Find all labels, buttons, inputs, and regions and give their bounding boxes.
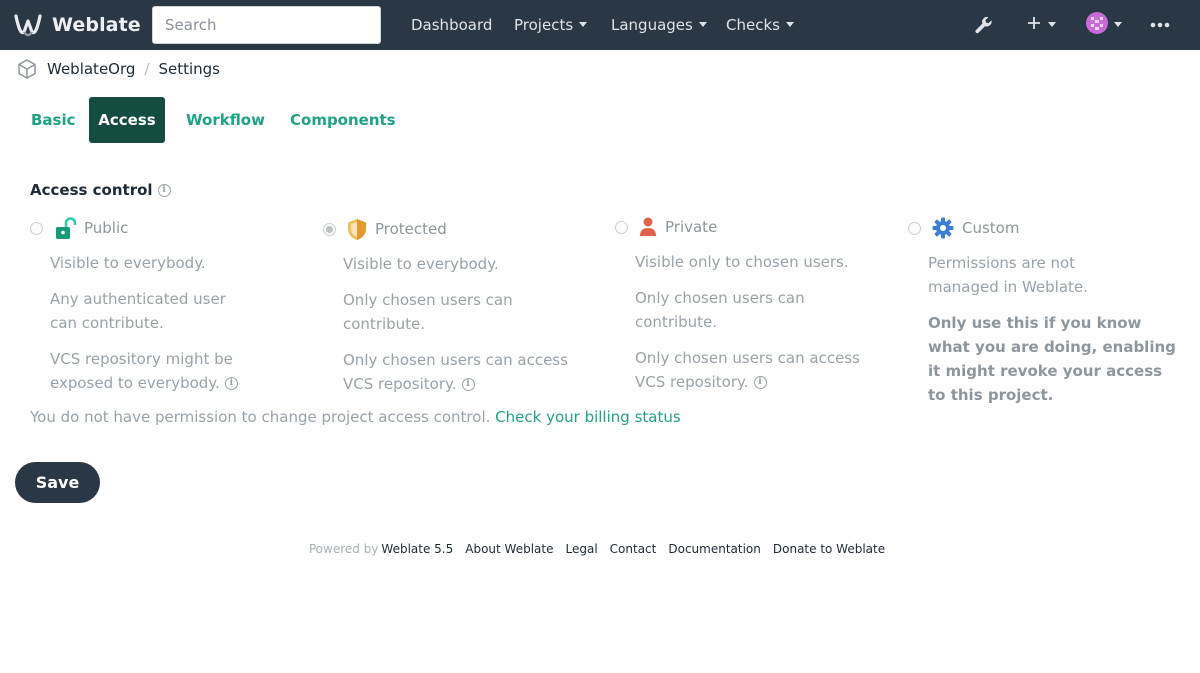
option-custom-label: Custom — [962, 219, 1020, 237]
caret-down-icon — [785, 22, 794, 27]
save-button[interactable]: Save — [15, 462, 100, 503]
caret-down-icon — [579, 22, 588, 27]
info-icon[interactable]: i — [157, 183, 171, 197]
option-protected-line-2: Only chosen users can contribute. — [343, 291, 513, 333]
footer-link-documentation[interactable]: Documentation — [668, 542, 761, 556]
nav-projects[interactable]: Projects — [514, 0, 588, 50]
nav-dashboard-label: Dashboard — [411, 16, 493, 34]
option-public-description: Visible to everybody. Any authenticated … — [50, 251, 300, 395]
tab-workflow[interactable]: Workflow — [171, 97, 280, 143]
option-private-line-3-text: Only chosen users can access VCS reposit… — [635, 349, 860, 391]
permission-note-text: You do not have permission to change pro… — [30, 408, 491, 426]
tab-workflow-label: Workflow — [186, 111, 265, 129]
option-public-label: Public — [84, 219, 129, 237]
option-private-description: Visible only to chosen users. Only chose… — [635, 250, 885, 394]
access-control-title: Access control — [30, 181, 153, 199]
add-menu[interactable] — [1026, 0, 1056, 50]
radio-public[interactable] — [30, 221, 43, 235]
unlock-icon — [54, 216, 76, 240]
gear-icon — [932, 217, 954, 239]
option-custom-description: Permissions are not managed in Weblate. … — [928, 251, 1178, 407]
breadcrumb-separator: / — [144, 60, 150, 78]
option-private-line-1: Visible only to chosen users. — [635, 253, 849, 271]
user-menu[interactable] — [1086, 0, 1122, 50]
caret-down-icon — [1114, 21, 1122, 27]
radio-custom[interactable] — [908, 221, 921, 235]
caret-down-icon — [1048, 21, 1056, 27]
option-public-line-3-text: VCS repository might be exposed to every… — [50, 350, 233, 392]
nav-languages-label: Languages — [611, 16, 693, 34]
nav-dashboard[interactable]: Dashboard — [411, 0, 492, 50]
footer-link-contact[interactable]: Contact — [610, 542, 657, 556]
access-control-heading: Access control i — [30, 181, 171, 199]
option-protected-description: Visible to everybody. Only chosen users … — [343, 252, 593, 396]
option-private-label: Private — [665, 218, 718, 236]
tab-components-label: Components — [290, 111, 396, 129]
tab-access-label: Access — [98, 111, 156, 129]
brand-name: Weblate — [52, 14, 141, 36]
tab-access[interactable]: Access — [89, 97, 165, 143]
nav-checks-label: Checks — [726, 16, 780, 34]
more-icon[interactable] — [1150, 0, 1170, 50]
option-private-line-3: Only chosen users can access VCS reposit… — [635, 346, 875, 394]
breadcrumb-project[interactable]: WeblateOrg — [47, 60, 135, 78]
info-icon[interactable]: i — [753, 376, 767, 389]
brand[interactable]: Weblate — [14, 11, 141, 39]
option-public-line-1: Visible to everybody. — [50, 254, 206, 272]
radio-protected[interactable] — [323, 222, 336, 236]
tab-basic-label: Basic — [31, 111, 76, 129]
footer: Powered by Weblate 5.5 About Weblate Legal C… — [0, 542, 1200, 556]
footer-link-legal[interactable]: Legal — [566, 542, 598, 556]
access-option-public: Public Visible to everybody. Any authent… — [30, 216, 300, 407]
option-custom-line-1: Permissions are not managed in Weblate. — [928, 254, 1088, 296]
user-icon — [639, 217, 657, 237]
top-navbar: Weblate Dashboard Projects Languages Che… — [0, 0, 1200, 50]
option-protected-line-3: Only chosen users can access VCS reposit… — [343, 348, 583, 396]
project-icon — [16, 58, 38, 80]
breadcrumb: WeblateOrg / Settings — [16, 56, 220, 82]
access-option-private: Private Visible only to chosen users. On… — [615, 215, 885, 406]
breadcrumb-page[interactable]: Settings — [158, 60, 220, 78]
access-option-custom: Custom Permissions are not managed in We… — [908, 216, 1178, 419]
plus-icon — [1026, 15, 1042, 35]
nav-projects-label: Projects — [514, 16, 574, 34]
weblate-logo-icon — [14, 12, 42, 38]
permission-note: You do not have permission to change pro… — [30, 408, 681, 426]
option-public-line-2: Any authenticated user can contribute. — [50, 290, 226, 332]
tab-components[interactable]: Components — [275, 97, 411, 143]
tab-basic[interactable]: Basic — [16, 97, 91, 143]
radio-private[interactable] — [615, 220, 628, 234]
info-icon[interactable]: i — [224, 377, 238, 390]
footer-powered-by: Powered by — [308, 542, 379, 556]
wrench-icon[interactable] — [974, 0, 994, 50]
billing-status-link[interactable]: Check your billing status — [495, 408, 681, 426]
option-custom-warning: Only use this if you know what you are d… — [928, 314, 1176, 404]
nav-languages[interactable]: Languages — [611, 0, 707, 50]
option-protected-line-3-text: Only chosen users can access VCS reposit… — [343, 351, 568, 393]
caret-down-icon — [698, 22, 707, 27]
avatar-icon — [1086, 12, 1108, 38]
footer-link-about[interactable]: About Weblate — [465, 542, 553, 556]
nav-checks[interactable]: Checks — [726, 0, 794, 50]
search-input[interactable] — [152, 6, 381, 44]
shield-icon — [347, 218, 367, 241]
option-protected-label: Protected — [375, 220, 447, 238]
option-protected-line-1: Visible to everybody. — [343, 255, 499, 273]
access-option-protected: Protected Visible to everybody. Only cho… — [323, 217, 593, 408]
footer-link-version[interactable]: Weblate 5.5 — [381, 542, 453, 556]
footer-link-donate[interactable]: Donate to Weblate — [773, 542, 885, 556]
option-private-line-2: Only chosen users can contribute. — [635, 289, 805, 331]
info-icon[interactable]: i — [461, 378, 475, 391]
option-public-line-3: VCS repository might be exposed to every… — [50, 347, 300, 395]
